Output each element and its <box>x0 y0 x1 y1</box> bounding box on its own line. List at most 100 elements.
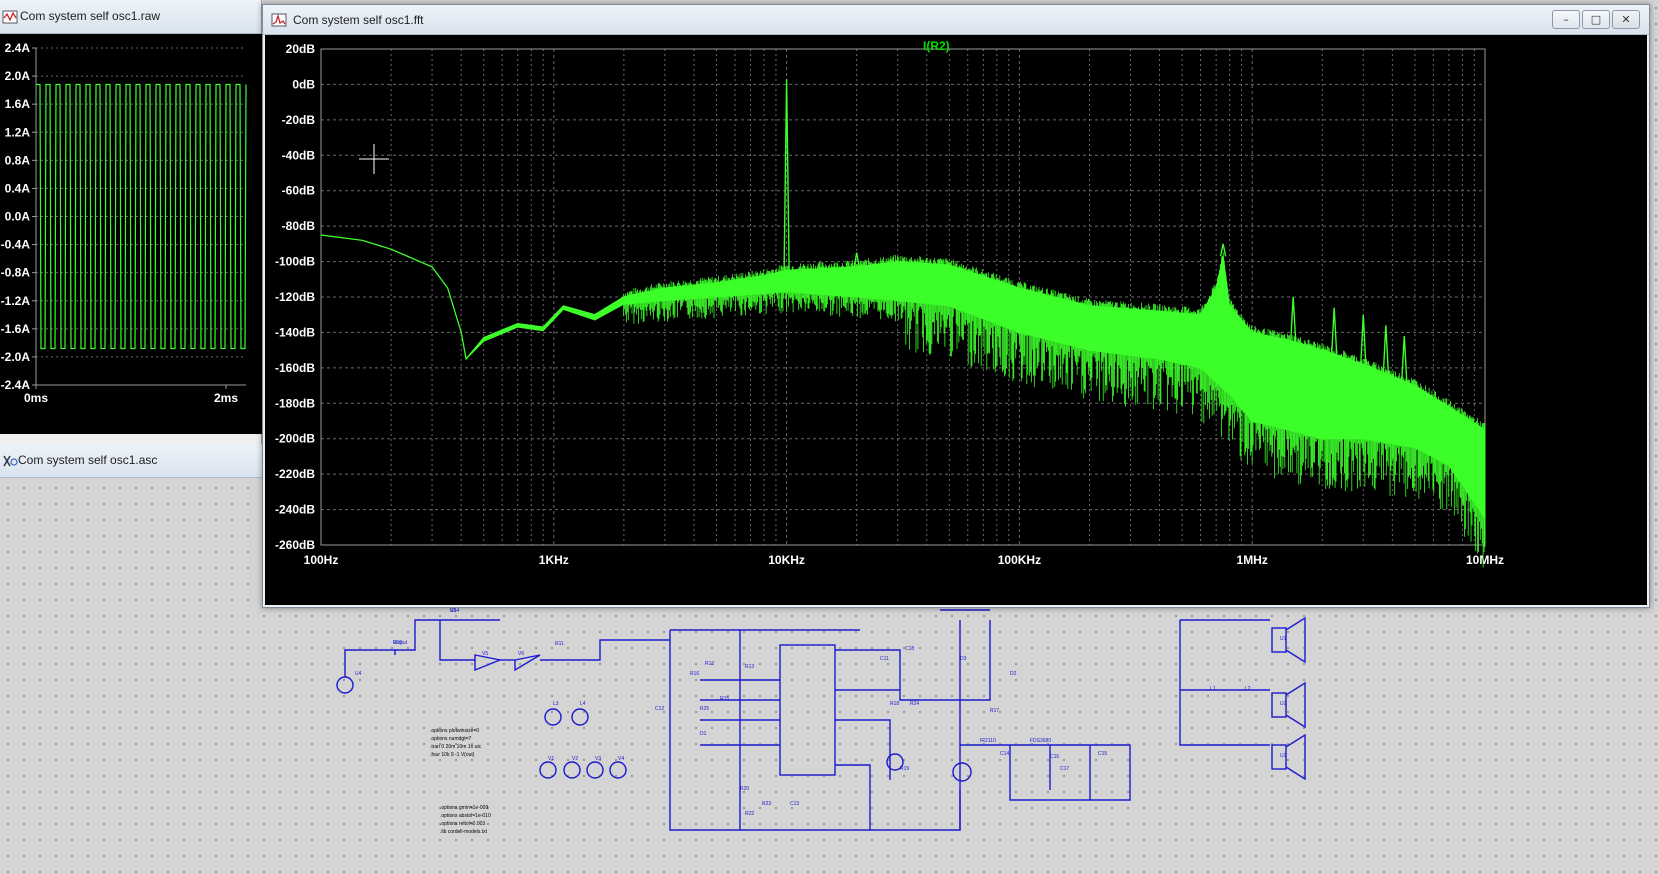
schematic-label: Vinput <box>393 640 408 646</box>
schematic-label: R17 <box>990 708 999 714</box>
schematic-label: C18 <box>905 646 914 652</box>
y-tick-label: 0.4A <box>5 181 31 195</box>
schematic-label: R16 <box>690 671 699 677</box>
y-tick-label: -2.4A <box>1 378 31 392</box>
fft-titlebar[interactable]: Com system self osc1.fft – □ ✕ <box>263 5 1649 35</box>
y-tick-label: -0.8A <box>1 266 31 280</box>
schematic-label: V2 <box>572 756 578 762</box>
schematic-label: L1 <box>1210 686 1216 692</box>
spice-directive: .options gmin=1e-009 <box>440 805 488 811</box>
y-tick-label: 1.6A <box>5 97 31 111</box>
schematic-label: R24 <box>910 701 919 707</box>
y-tick-label: 2.4A <box>5 41 31 55</box>
fft-icon <box>271 13 287 27</box>
schematic-label: C15 <box>1098 751 1107 757</box>
spice-directive: .options plotwinsize=0 <box>430 728 479 734</box>
schematic-label: C12 <box>655 706 664 712</box>
y-tick-label: -140dB <box>275 325 315 339</box>
x-tick-label: 10MHz <box>1466 553 1504 567</box>
y-tick-label: -120dB <box>275 290 315 304</box>
schematic-label: IR2110 <box>980 738 996 744</box>
waveform-icon <box>2 10 18 24</box>
x-tick-label: 100Hz <box>304 553 339 567</box>
spice-directive: .options numdgt=7 <box>430 736 471 742</box>
y-tick-label: -240dB <box>275 503 315 517</box>
schematic-label: U4 <box>355 671 362 677</box>
schematic-window-title: Com system self osc1.asc <box>18 453 158 467</box>
schematic-label: D3 <box>960 656 967 662</box>
trace-label[interactable]: I(R2) <box>923 39 950 53</box>
x-tick-label: 0ms <box>24 391 48 405</box>
schematic-label: FDS3680 <box>1030 738 1051 744</box>
y-tick-label: 0dB <box>292 77 315 91</box>
y-tick-label: -40dB <box>282 148 316 162</box>
schematic-label: R20 <box>740 786 749 792</box>
schematic-label: R12 <box>705 661 714 667</box>
y-tick-label: 1.2A <box>5 125 31 139</box>
schematic-label: U1 <box>1280 636 1287 642</box>
waveform-window[interactable]: Com system self osc1.raw 2.4A 2.0A 1.6A 1.2… <box>0 0 262 444</box>
y-tick-label: -20dB <box>282 113 316 127</box>
harmonic-peak <box>1401 335 1408 382</box>
x-tick-label: 10KHz <box>768 553 805 567</box>
series-i-r2-line <box>320 234 666 361</box>
schematic-label: U2 <box>1280 701 1287 707</box>
schematic-label: C14 <box>1000 751 1009 757</box>
x-tick-label: 1MHz <box>1237 553 1268 567</box>
schematic-label: C11 <box>880 656 889 662</box>
spice-directive: .options reltol=0.003 <box>440 821 485 827</box>
y-tick-label: -260dB <box>275 538 315 552</box>
waveform-plot[interactable]: 2.4A 2.0A 1.6A 1.2A 0.8A 0.4A 0.0A -0.4A -0.8A -1… <box>0 34 262 434</box>
y-tick-label: -2.0A <box>1 350 31 364</box>
schematic-label: V1 <box>548 756 554 762</box>
y-tick-label: -60dB <box>282 184 316 198</box>
y-tick-label: -200dB <box>275 432 315 446</box>
schematic-label: R15 <box>720 696 729 702</box>
schematic-label: U3 <box>1280 753 1287 759</box>
harmonic-peak <box>1330 307 1338 355</box>
y-tick-label: -0.4A <box>1 238 31 252</box>
schematic-label: C17 <box>1060 766 1069 772</box>
y-tick-label: -100dB <box>275 255 315 269</box>
waveform-window-title: Com system self osc1.raw <box>20 9 161 23</box>
schematic-label: D1 <box>700 731 707 737</box>
crosshair-cursor <box>359 144 389 174</box>
schematic-label: R25 <box>700 706 709 712</box>
y-tick-label: -1.6A <box>1 322 31 336</box>
y-tick-label: -180dB <box>275 396 315 410</box>
schematic-label: R19 <box>900 766 909 772</box>
schematic-label: V3 <box>595 756 601 762</box>
schematic-label: R22 <box>745 811 754 817</box>
schematic-label: R18 <box>890 701 899 707</box>
x-tick-label: 100KHz <box>998 553 1041 567</box>
schematic-label: V5 <box>482 651 488 657</box>
y-tick-label: -1.2A <box>1 294 31 308</box>
y-tick-label: -160dB <box>275 361 315 375</box>
schematic-label: V6 <box>518 651 524 657</box>
y-tick-label: 0.0A <box>5 210 31 224</box>
maximize-button[interactable]: □ <box>1582 10 1610 29</box>
fft-chart[interactable]: 20dB 0dB -20dB -40dB -60dB -80dB -100dB -120dB -… <box>265 35 1647 605</box>
schematic-icon <box>3 455 18 467</box>
close-button[interactable]: ✕ <box>1612 10 1640 29</box>
y-tick-label: -220dB <box>275 467 315 481</box>
x-tick-label: 2ms <box>214 391 238 405</box>
spice-directive: .four 10k 9 -1 V(out) <box>430 752 475 758</box>
minimize-button[interactable]: – <box>1552 10 1580 29</box>
schematic-label: L4 <box>580 701 586 707</box>
schematic-label: V4 <box>618 756 624 762</box>
schematic-label: C13 <box>790 801 799 807</box>
schematic-titlebar[interactable]: Com system self osc1.asc <box>0 444 262 478</box>
harmonic-peak <box>1289 296 1297 342</box>
waveform-titlebar[interactable]: Com system self osc1.raw <box>0 0 261 34</box>
schematic-window[interactable]: Com system self osc1.asc <box>0 444 262 478</box>
fft-window-title: Com system self osc1.fft <box>293 13 424 27</box>
schematic-label: R11 <box>555 641 564 647</box>
schematic-label: L3 <box>553 701 559 707</box>
x-tick-label: 1KHz <box>539 553 569 567</box>
schematic-label: C16 <box>1050 754 1059 760</box>
series-i-r2-noise <box>623 252 1486 568</box>
fft-window[interactable]: Com system self osc1.fft – □ ✕ 20dB 0dB -2… <box>262 4 1650 608</box>
y-tick-label: 20dB <box>286 42 316 56</box>
schematic-label: D2 <box>1010 671 1017 677</box>
